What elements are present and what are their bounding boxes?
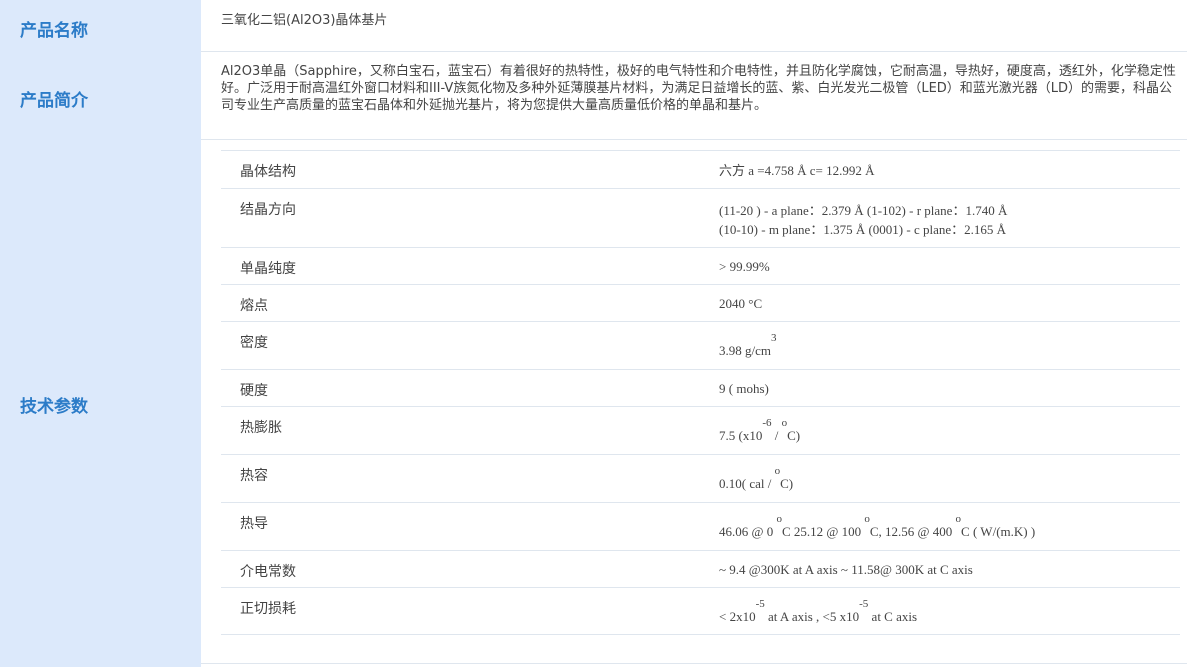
param-key: 热容 xyxy=(240,468,268,484)
param-value: < 2x10-5 at A axis , <5 x10-5 at C axis xyxy=(719,598,918,624)
bottom-divider xyxy=(201,663,1187,664)
param-value: 9 ( mohs) xyxy=(719,381,769,396)
param-value: 2040 °C xyxy=(719,296,763,311)
param-row-hardness: 硬度 9 ( mohs) xyxy=(221,369,1180,406)
param-key: 热膨胀 xyxy=(240,420,282,436)
param-row-orientation: 结晶方向 (11-20 ) - a plane：2.379 Å (1-102) … xyxy=(221,188,1180,247)
param-key: 正切损耗 xyxy=(240,601,296,617)
param-value: (11-20 ) - a plane：2.379 Å (1-102) - r p… xyxy=(719,203,1008,218)
product-intro-label: 产品简介 xyxy=(20,91,88,111)
product-name-value: 三氧化二铝(Al2O3)晶体基片 xyxy=(221,13,388,28)
product-intro-value: Al2O3单晶（Sapphire，又称白宝石，蓝宝石）有着很好的热特性，极好的电… xyxy=(221,64,1176,113)
param-key: 介电常数 xyxy=(240,564,296,580)
param-row-melting-point: 熔点 2040 °C xyxy=(221,284,1180,321)
param-row-heat-capacity: 热容 0.10( cal / oC) xyxy=(221,454,1180,502)
param-value: 0.10( cal / oC) xyxy=(719,465,794,491)
label-column: 产品名称 产品简介 技术参数 xyxy=(0,0,201,667)
param-row-density: 密度 3.98 g/cm3 xyxy=(221,321,1180,369)
tech-params-label: 技术参数 xyxy=(20,397,88,417)
param-row-thermal-conductivity: 热导 46.06 @ 0 oC 25.12 @ 100 oC, 12.56 @ … xyxy=(221,502,1180,550)
param-row-loss-tangent: 正切损耗 < 2x10-5 at A axis , <5 x10-5 at C … xyxy=(221,587,1180,635)
param-row-crystal-structure: 晶体结构 六方 a =4.758 Å c= 12.992 Å xyxy=(221,150,1180,188)
param-value-2: (10-10) - m plane：1.375 Å (0001) - c pla… xyxy=(719,222,1007,237)
param-key: 硬度 xyxy=(240,383,268,399)
param-key: 密度 xyxy=(240,335,268,351)
param-key: 晶体结构 xyxy=(240,164,296,180)
param-row-thermal-expansion: 热膨胀 7.5 (x10-6 / oC) xyxy=(221,406,1180,454)
param-value: > 99.99% xyxy=(719,259,770,274)
param-key: 单晶纯度 xyxy=(240,261,296,277)
param-key: 结晶方向 xyxy=(240,202,296,218)
param-key: 熔点 xyxy=(240,298,268,314)
param-row-dielectric-constant: 介电常数 ~ 9.4 @300K at A axis ~ 11.58@ 300K… xyxy=(221,550,1180,587)
param-key: 热导 xyxy=(240,516,268,532)
product-name-row: 三氧化二铝(Al2O3)晶体基片 xyxy=(201,0,1187,52)
param-value: 7.5 (x10-6 / oC) xyxy=(719,417,801,443)
product-name-label: 产品名称 xyxy=(20,21,88,41)
param-value: 六方 a =4.758 Å c= 12.992 Å xyxy=(719,163,875,178)
param-row-purity: 单晶纯度 > 99.99% xyxy=(221,247,1180,284)
param-value: 46.06 @ 0 oC 25.12 @ 100 oC, 12.56 @ 400… xyxy=(719,513,1036,539)
param-value: 3.98 g/cm3 xyxy=(719,332,777,358)
params-table: 晶体结构 六方 a =4.758 Å c= 12.992 Å 结晶方向 (11-… xyxy=(221,150,1180,635)
product-spec-page: 产品名称 产品简介 技术参数 三氧化二铝(Al2O3)晶体基片 Al2O3单晶（… xyxy=(0,0,1187,667)
content-column: 三氧化二铝(Al2O3)晶体基片 Al2O3单晶（Sapphire，又称白宝石，… xyxy=(201,0,1187,667)
param-value: ~ 9.4 @300K at A axis ~ 11.58@ 300K at C… xyxy=(719,562,973,577)
product-intro-row: Al2O3单晶（Sapphire，又称白宝石，蓝宝石）有着很好的热特性，极好的电… xyxy=(201,52,1187,140)
